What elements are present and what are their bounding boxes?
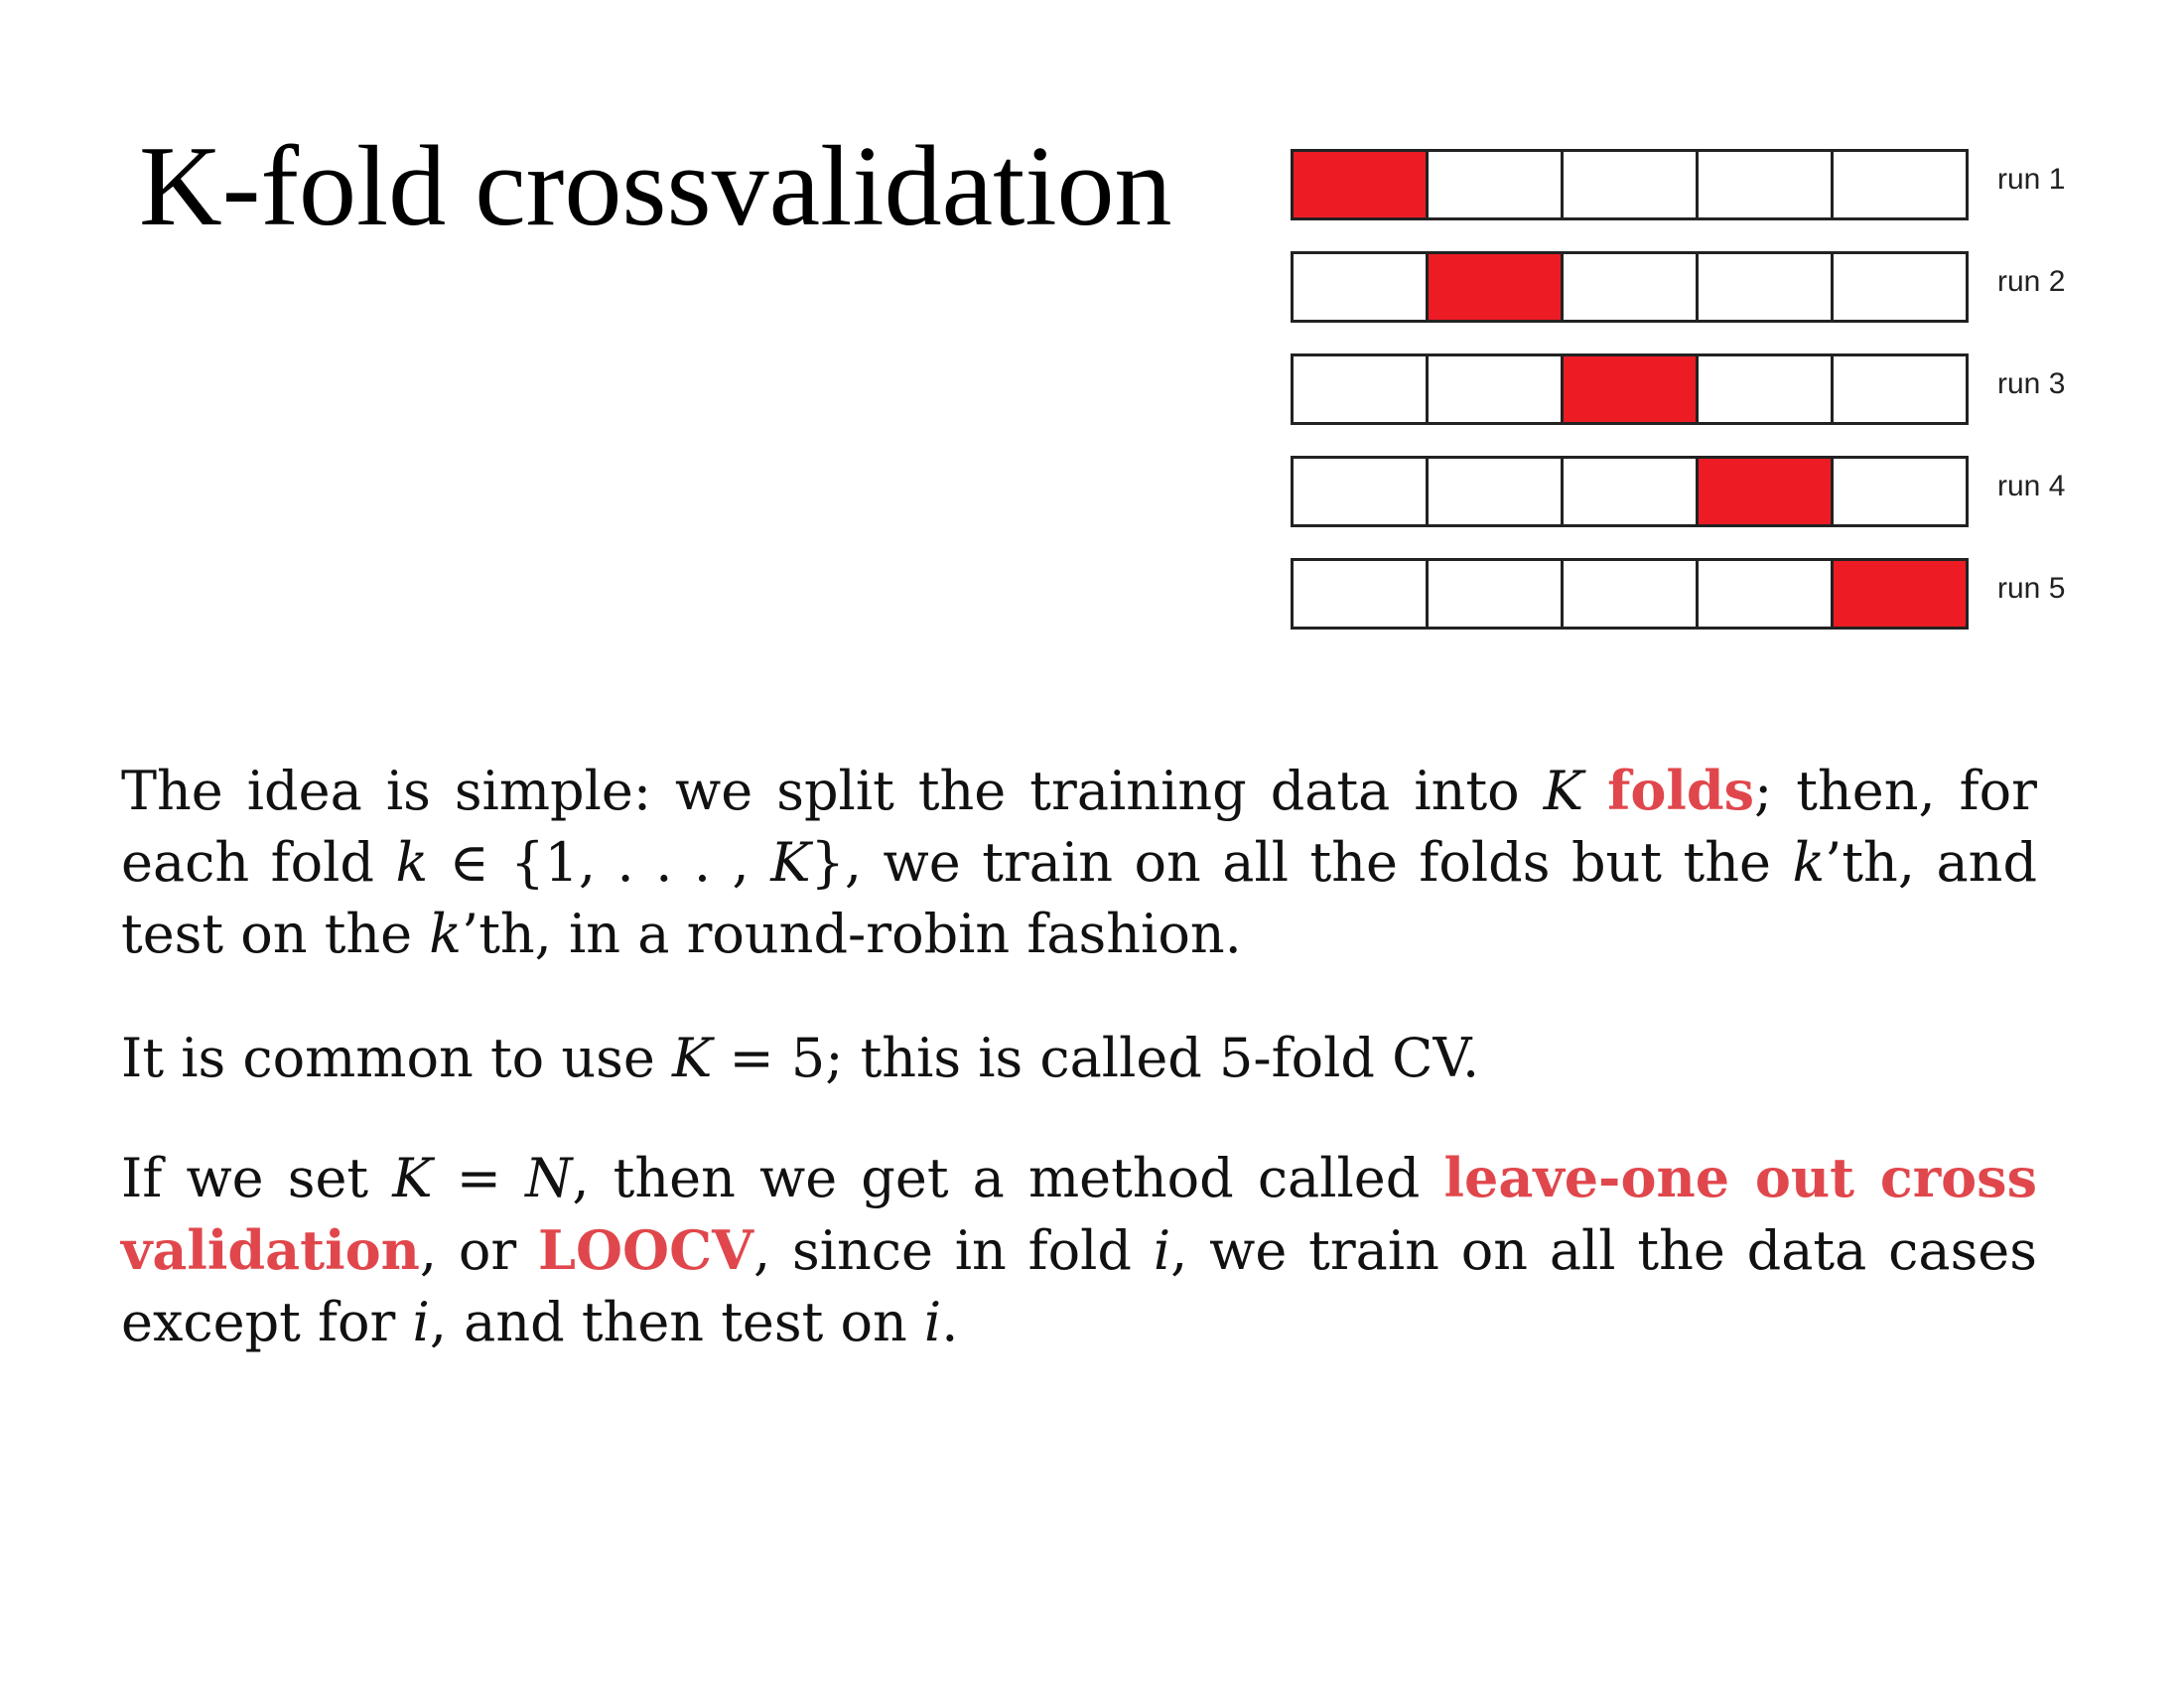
fold-strip — [1291, 149, 1969, 220]
run-row: run 4 — [1291, 456, 2085, 527]
train-fold-cell — [1564, 561, 1699, 627]
text — [1583, 760, 1607, 822]
math-K: K — [392, 1147, 433, 1209]
text: ’th, in a round-robin fashion. — [462, 903, 1242, 965]
train-fold-cell — [1294, 254, 1429, 320]
math-i: i — [923, 1291, 942, 1353]
math-k: k — [395, 831, 429, 894]
text: , since in fold — [752, 1219, 1154, 1282]
text: , then we get a method called — [572, 1147, 1444, 1209]
run-label: run 2 — [1997, 265, 2066, 298]
math-k: k — [1792, 831, 1826, 894]
text: , and then test on — [429, 1291, 924, 1353]
text: The idea is simple: we split the trainin… — [121, 760, 1544, 822]
train-fold-cell — [1294, 561, 1429, 627]
train-fold-cell — [1294, 459, 1429, 524]
run-label: run 4 — [1997, 470, 2066, 502]
paragraph-loocv: If we set K = N, then we get a method ca… — [121, 1142, 2037, 1358]
text: ∈ {1, . . . , — [428, 831, 771, 894]
test-fold-cell — [1699, 459, 1834, 524]
text: If we set — [121, 1147, 393, 1209]
page-title: K-fold crossvalidation — [139, 123, 1172, 250]
train-fold-cell — [1429, 356, 1564, 422]
math-K: K — [1543, 760, 1584, 822]
math-K: K — [770, 831, 811, 894]
term-folds: folds — [1607, 759, 1755, 822]
train-fold-cell — [1429, 459, 1564, 524]
train-fold-cell — [1834, 459, 1966, 524]
fold-strip — [1291, 456, 1969, 527]
text: = — [432, 1147, 526, 1209]
fold-strip — [1291, 558, 1969, 630]
train-fold-cell — [1699, 152, 1834, 217]
train-fold-cell — [1294, 356, 1429, 422]
test-fold-cell — [1429, 254, 1564, 320]
train-fold-cell — [1564, 152, 1699, 217]
train-fold-cell — [1564, 254, 1699, 320]
paragraph-folds: The idea is simple: we split the trainin… — [121, 755, 2037, 970]
text: It is common to use — [121, 1027, 672, 1089]
train-fold-cell — [1834, 152, 1966, 217]
train-fold-cell — [1564, 459, 1699, 524]
run-label: run 3 — [1997, 367, 2066, 400]
text: . — [941, 1291, 959, 1353]
run-row: run 1 — [1291, 149, 2085, 220]
train-fold-cell — [1834, 254, 1966, 320]
math-K: K — [671, 1027, 713, 1089]
run-label: run 5 — [1997, 572, 2066, 605]
run-row: run 3 — [1291, 353, 2085, 425]
math-N: N — [525, 1147, 573, 1209]
train-fold-cell — [1429, 152, 1564, 217]
test-fold-cell — [1564, 356, 1699, 422]
run-row: run 5 — [1291, 558, 2085, 630]
kfold-diagram: run 1 run 2 run 3 run 4 run 5 — [1291, 149, 2085, 660]
math-i: i — [1153, 1219, 1171, 1282]
test-fold-cell — [1834, 561, 1966, 627]
test-fold-cell — [1294, 152, 1429, 217]
math-i: i — [412, 1291, 430, 1353]
run-label: run 1 — [1997, 163, 2066, 196]
train-fold-cell — [1699, 561, 1834, 627]
train-fold-cell — [1429, 561, 1564, 627]
train-fold-cell — [1834, 356, 1966, 422]
fold-strip — [1291, 251, 1969, 323]
term-loocv: LOOCV — [538, 1218, 753, 1282]
text: = 5; this is called 5-fold CV. — [712, 1027, 1480, 1089]
text: , or — [419, 1219, 539, 1282]
text: }, we train on all the folds but the — [810, 831, 1793, 894]
paragraph-5fold: It is common to use K = 5; this is calle… — [121, 1023, 2037, 1094]
math-k: k — [429, 903, 463, 965]
train-fold-cell — [1699, 254, 1834, 320]
run-row: run 2 — [1291, 251, 2085, 323]
train-fold-cell — [1699, 356, 1834, 422]
fold-strip — [1291, 353, 1969, 425]
